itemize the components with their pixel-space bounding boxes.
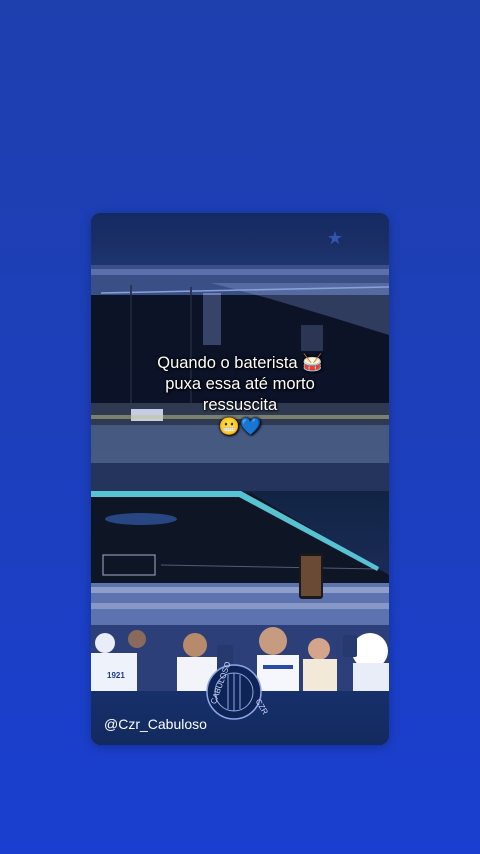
caption-line-3: ressuscita <box>202 396 278 414</box>
author-handle[interactable]: @Czr_Cabuloso <box>104 716 207 732</box>
caption-line-2: puxa essa até morto <box>165 375 315 393</box>
jersey-number: 1921 <box>107 671 125 680</box>
post-card[interactable]: ★ 1921 Quando o baterista 🥁 puxa essa at… <box>91 213 389 745</box>
caption-emojis: 😬💙 <box>218 417 262 436</box>
star-icon: ★ <box>326 228 343 248</box>
caption-line-1: Quando o baterista 🥁 <box>157 354 323 372</box>
stadium-illustration: 1921 <box>91 265 389 695</box>
caption: Quando o baterista 🥁 puxa essa até morto… <box>91 353 389 438</box>
stadium-photo: 1921 Quando o baterista 🥁 puxa essa até … <box>91 265 389 695</box>
top-band: ★ <box>91 213 389 265</box>
